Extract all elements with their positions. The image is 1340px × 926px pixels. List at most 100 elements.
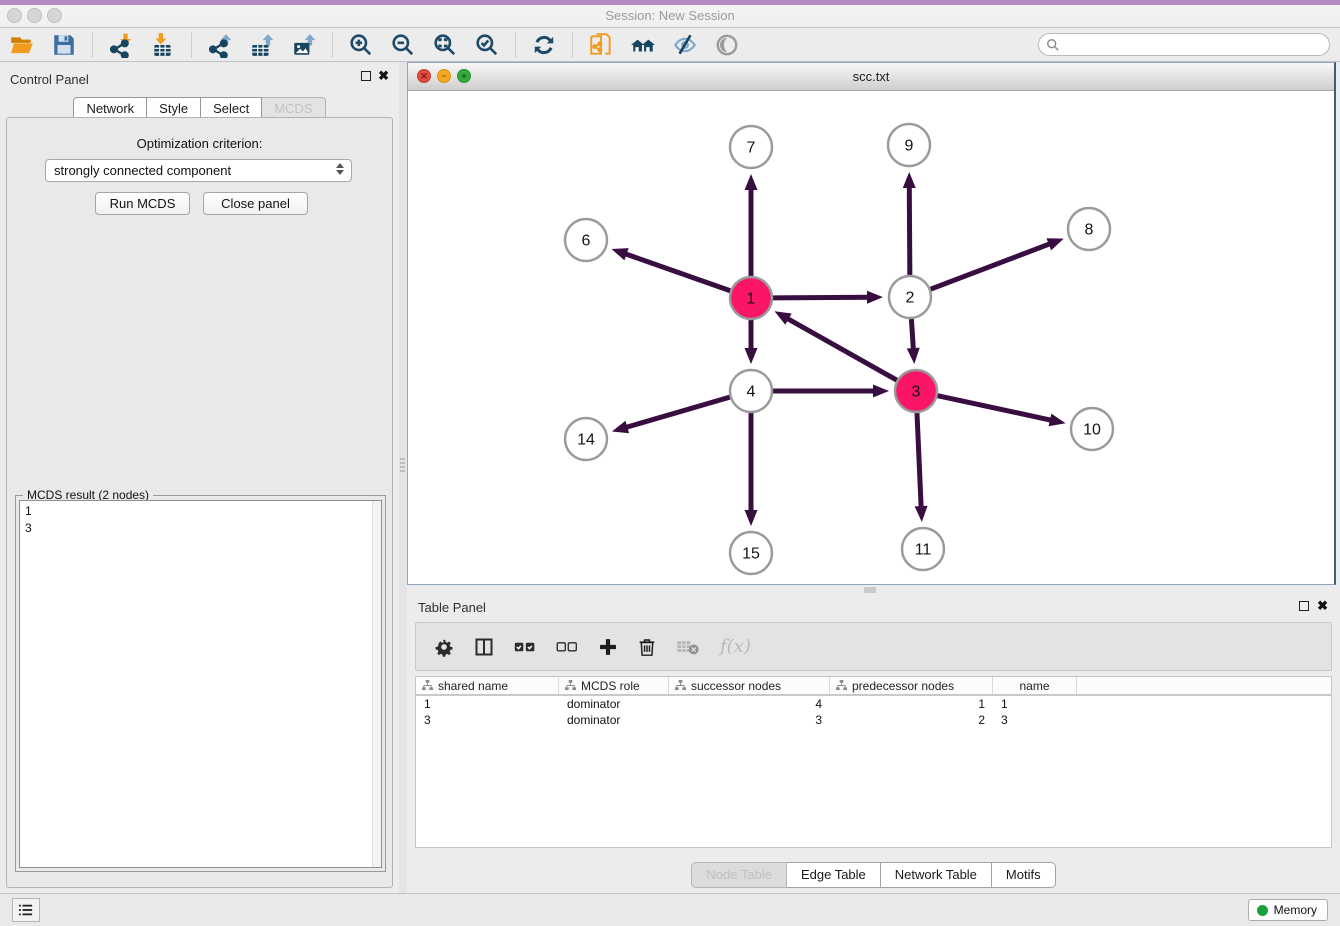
column-header-MCDS-role[interactable]: MCDS role	[559, 677, 669, 694]
control-panel-title: Control Panel	[10, 72, 89, 87]
eye-slash-icon[interactable]	[671, 31, 699, 59]
graph-node-2[interactable]: 2	[889, 276, 931, 318]
table-cell[interactable]: 3	[669, 712, 830, 728]
search-box[interactable]	[1038, 33, 1330, 56]
graph-edge-3-11[interactable]	[917, 413, 921, 510]
houses-icon[interactable]	[629, 31, 657, 59]
graph-edge-2-9[interactable]	[909, 184, 910, 275]
zoom-selected-icon[interactable]	[473, 31, 501, 59]
window-titlebar: Session: New Session	[0, 0, 1340, 28]
graph-node-10[interactable]: 10	[1071, 408, 1113, 450]
result-scrollbar[interactable]	[372, 501, 381, 867]
mcds-result-text[interactable]: 1 3	[19, 500, 382, 868]
close-panel-icon[interactable]: ✖	[378, 71, 389, 81]
columns-icon[interactable]	[474, 637, 494, 657]
table-toolbar: f(x)	[415, 622, 1332, 671]
hierarchy-icon	[565, 680, 576, 691]
table-cell[interactable]: dominator	[559, 712, 669, 728]
graph-node-6[interactable]: 6	[565, 219, 607, 261]
tab-motifs[interactable]: Motifs	[992, 862, 1056, 888]
column-header-successor-nodes[interactable]: successor nodes	[669, 677, 830, 694]
table-cell[interactable]: dominator	[559, 696, 669, 712]
export-network-icon[interactable]	[206, 31, 234, 59]
zoom-in-icon[interactable]	[347, 31, 375, 59]
search-input[interactable]	[1065, 38, 1329, 52]
graph-node-4[interactable]: 4	[730, 370, 772, 412]
horizontal-divider[interactable]	[407, 585, 1340, 595]
close-table-panel-icon[interactable]: ✖	[1317, 601, 1328, 611]
table-row[interactable]: 3dominator323	[416, 712, 1331, 728]
hierarchy-icon	[675, 680, 686, 691]
gear-icon[interactable]	[434, 637, 454, 657]
zoom-fit-icon[interactable]	[431, 31, 459, 59]
dropdown-stepper-icon	[336, 163, 344, 175]
tab-node-table[interactable]: Node Table	[691, 862, 787, 888]
svg-text:11: 11	[915, 542, 932, 559]
close-panel-button[interactable]: Close panel	[203, 192, 308, 215]
float-panel-icon[interactable]	[361, 71, 371, 81]
horizontal-divider-grip[interactable]	[864, 587, 876, 593]
graph-edge-2-8[interactable]	[931, 243, 1053, 289]
application-window: Session: New Session	[0, 0, 1340, 926]
table-cell[interactable]: 3	[416, 712, 559, 728]
mcds-tab-content: Optimization criterion: strongly connect…	[6, 117, 393, 888]
clone-network-icon[interactable]	[587, 31, 615, 59]
checked-boxes-icon[interactable]	[514, 640, 536, 654]
table-cell[interactable]: 1	[416, 696, 559, 712]
delete-table-icon[interactable]	[676, 638, 700, 656]
graph-edge-4-14[interactable]	[623, 397, 729, 428]
table-cell[interactable]: 1	[830, 696, 993, 712]
graph-edge-3-10[interactable]	[938, 396, 1054, 421]
column-header-shared-name[interactable]: shared name	[416, 677, 559, 694]
import-table-icon[interactable]	[149, 31, 177, 59]
function-icon[interactable]: f(x)	[720, 636, 751, 657]
column-header-predecessor-nodes[interactable]: predecessor nodes	[830, 677, 993, 694]
svg-text:4: 4	[747, 384, 756, 401]
table-cell[interactable]: 2	[830, 712, 993, 728]
main-toolbar	[0, 28, 1340, 62]
graph-edge-3-1[interactable]	[785, 317, 897, 380]
graph-edge-1-6[interactable]	[623, 253, 730, 291]
tab-edge-table[interactable]: Edge Table	[787, 862, 881, 888]
save-icon[interactable]	[50, 31, 78, 59]
eye-icon[interactable]	[713, 31, 741, 59]
trash-icon[interactable]	[638, 637, 656, 657]
graph-edge-2-3[interactable]	[911, 319, 913, 352]
task-history-button[interactable]	[12, 898, 40, 922]
network-canvas[interactable]: 7 9 6 8 1 2 4 3 14 10 15 11	[408, 91, 1334, 584]
graph-node-15[interactable]: 15	[730, 532, 772, 574]
table-row[interactable]: 1dominator411	[416, 696, 1331, 712]
table-cell[interactable]: 4	[669, 696, 830, 712]
graph-edge-1-2[interactable]	[773, 297, 871, 298]
memory-button[interactable]: Memory	[1248, 899, 1328, 921]
table-cell[interactable]: 3	[993, 712, 1077, 728]
graph-edge-arrowhead	[745, 510, 758, 526]
import-network-icon[interactable]	[107, 31, 135, 59]
refresh-icon[interactable]	[530, 31, 558, 59]
graph-node-9[interactable]: 9	[888, 124, 930, 166]
graph-node-8[interactable]: 8	[1068, 208, 1110, 250]
network-view-frame: ✕ − + scc.txt 7 9 6 8 1 2 4 3 14 10 15 11	[407, 62, 1336, 585]
graph-node-14[interactable]: 14	[565, 418, 607, 460]
graph-node-1[interactable]: 1	[730, 277, 772, 319]
panel-divider[interactable]	[399, 62, 407, 893]
table-cell[interactable]: 1	[993, 696, 1077, 712]
zoom-out-icon[interactable]	[389, 31, 417, 59]
divider-grip[interactable]	[400, 458, 405, 474]
column-header-name[interactable]: name	[993, 677, 1077, 694]
run-mcds-button[interactable]: Run MCDS	[95, 192, 190, 215]
optimization-dropdown[interactable]: strongly connected component	[45, 159, 352, 182]
network-frame-titlebar[interactable]: ✕ − + scc.txt	[408, 63, 1334, 91]
tab-network-table[interactable]: Network Table	[881, 862, 992, 888]
graph-node-7[interactable]: 7	[730, 126, 772, 168]
graph-node-3[interactable]: 3	[895, 370, 937, 412]
status-bar: Memory	[0, 893, 1340, 926]
float-table-panel-icon[interactable]	[1299, 601, 1309, 611]
open-folder-icon[interactable]	[8, 31, 36, 59]
plus-icon[interactable]	[598, 637, 618, 657]
export-image-icon[interactable]	[290, 31, 318, 59]
search-icon	[1046, 38, 1060, 52]
export-table-icon[interactable]	[248, 31, 276, 59]
graph-node-11[interactable]: 11	[902, 528, 944, 570]
unchecked-boxes-icon[interactable]	[556, 640, 578, 654]
